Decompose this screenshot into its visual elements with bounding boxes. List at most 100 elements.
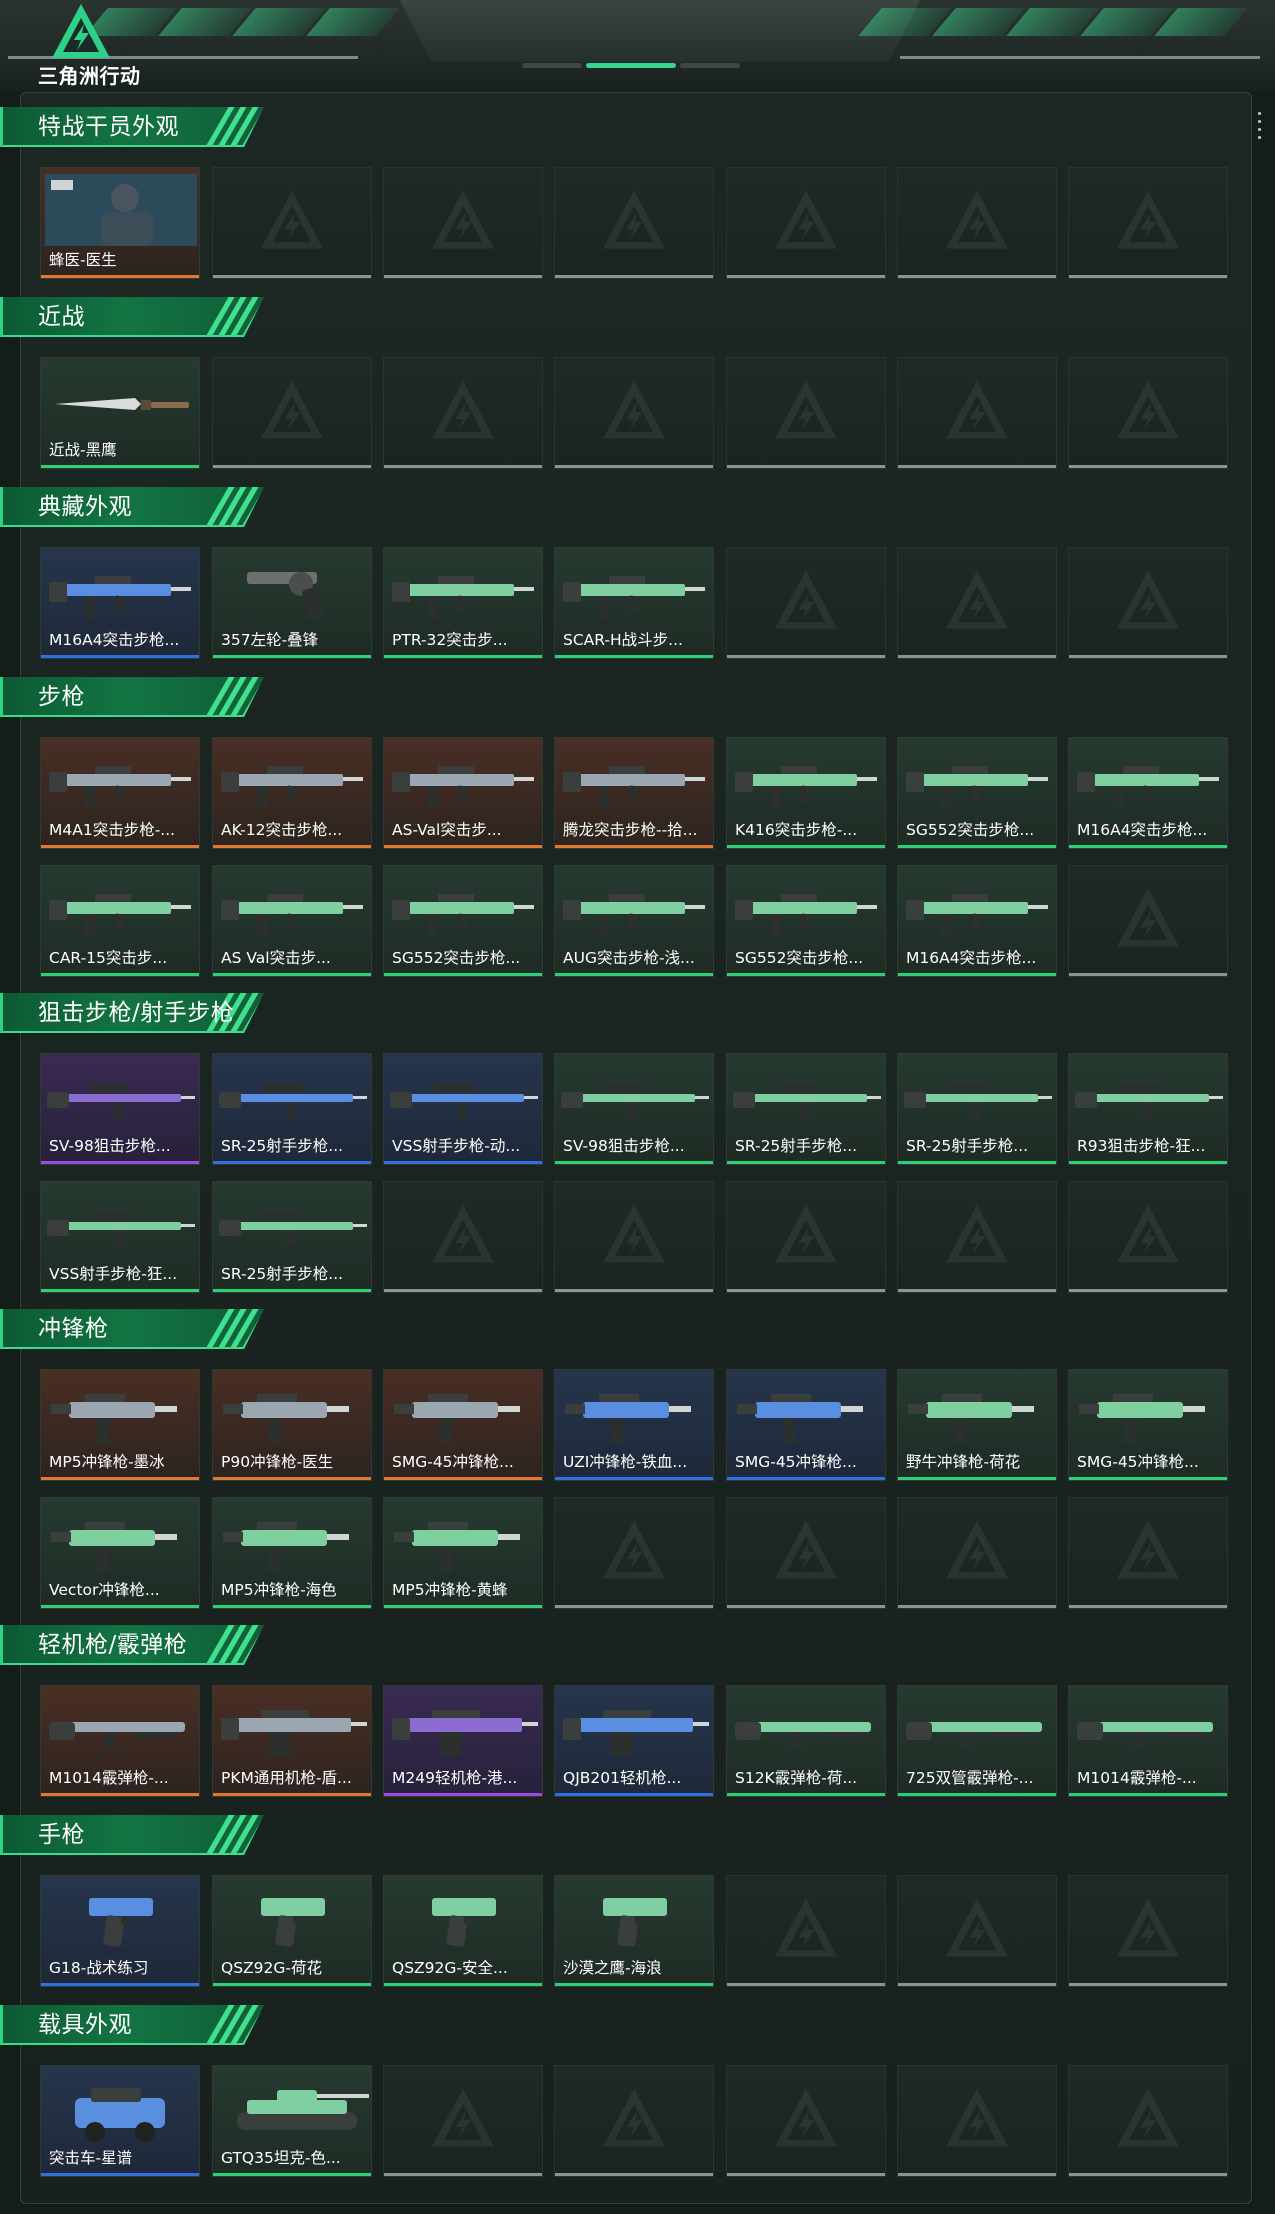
skin-card[interactable]: M1014霰弹枪-... <box>1068 1685 1228 1797</box>
quality-bar <box>1069 1477 1227 1480</box>
skin-card[interactable]: P90冲锋枪-医生 <box>212 1369 372 1481</box>
quality-bar <box>555 973 713 976</box>
rifle-icon <box>217 744 369 816</box>
item-row: 蜂医-医生 <box>40 167 1232 279</box>
skin-card[interactable]: 沙漠之鹰-海浪 <box>554 1875 714 1987</box>
quality-bar <box>898 973 1056 976</box>
skin-name: SG552突击步枪... <box>735 949 864 967</box>
scrollbar-handle[interactable] <box>1258 112 1262 144</box>
sniper-icon <box>388 1060 540 1132</box>
skin-card[interactable]: QSZ92G-安全... <box>383 1875 543 1987</box>
placeholder-logo-icon <box>1113 1897 1183 1963</box>
skin-card[interactable]: 近战-黑鹰 <box>40 357 200 469</box>
placeholder-logo-icon <box>599 189 669 255</box>
sniper-icon <box>217 1188 369 1260</box>
skin-card[interactable]: SR-25射手步枪... <box>897 1053 1057 1165</box>
skin-card[interactable]: K416突击步枪-... <box>726 737 886 849</box>
skin-card[interactable]: R93狙击步枪-狂... <box>1068 1053 1228 1165</box>
skin-card[interactable]: SR-25射手步枪... <box>212 1181 372 1293</box>
skin-card[interactable]: MP5冲锋枪-墨冰 <box>40 1369 200 1481</box>
item-row: M4A1突击步枪-... AK-12突击步枪... AS-Val突击步... 腾龙突击… <box>40 737 1232 849</box>
skin-card[interactable]: S12K霰弹枪-荷... <box>726 1685 886 1797</box>
skin-card[interactable]: 357左轮-叠锋 <box>212 547 372 659</box>
skin-card[interactable]: AS-Val突击步... <box>383 737 543 849</box>
empty-slot <box>554 167 714 279</box>
skin-card[interactable]: SV-98狙击步枪... <box>40 1053 200 1165</box>
empty-slot <box>726 1875 886 1987</box>
skin-name: AS-Val突击步... <box>392 821 502 839</box>
skin-name: UZI冲锋枪-铁血... <box>563 1453 688 1471</box>
placeholder-logo-icon <box>942 1897 1012 1963</box>
logo-text: 三角洲行动 <box>38 64 141 88</box>
skin-card[interactable]: 腾龙突击步枪--拾... <box>554 737 714 849</box>
skin-name: SMG-45冲锋枪... <box>735 1453 857 1471</box>
skin-card[interactable]: SR-25射手步枪... <box>212 1053 372 1165</box>
skin-card[interactable]: SCAR-H战斗步... <box>554 547 714 659</box>
skin-card[interactable]: 725双管霰弹枪-... <box>897 1685 1057 1797</box>
skin-card[interactable]: SMG-45冲锋枪... <box>726 1369 886 1481</box>
quality-bar <box>1069 1161 1227 1164</box>
skin-card[interactable]: G18-战术练习 <box>40 1875 200 1987</box>
quality-bar <box>213 1793 371 1796</box>
skin-card[interactable]: SG552突击步枪... <box>726 865 886 977</box>
skin-card[interactable]: GTQ35坦克-色... <box>212 2065 372 2177</box>
sniper-icon <box>217 1060 369 1132</box>
skin-card[interactable]: PKM通用机枪-盾... <box>212 1685 372 1797</box>
placeholder-logo-icon <box>257 189 327 255</box>
skin-card[interactable]: CAR-15突击步... <box>40 865 200 977</box>
tank-icon <box>217 2072 369 2144</box>
skin-card[interactable]: M16A4突击步枪... <box>1068 737 1228 849</box>
skin-card[interactable]: PTR-32突击步... <box>383 547 543 659</box>
skin-card[interactable]: M1014霰弹枪-... <box>40 1685 200 1797</box>
skin-card[interactable]: SMG-45冲锋枪... <box>1068 1369 1228 1481</box>
skin-card[interactable]: AUG突击步枪-浅... <box>554 865 714 977</box>
skin-card[interactable]: M4A1突击步枪-... <box>40 737 200 849</box>
skin-card[interactable]: 蜂医-医生 <box>40 167 200 279</box>
skin-card[interactable]: SMG-45冲锋枪... <box>383 1369 543 1481</box>
quality-bar <box>213 1161 371 1164</box>
skin-name: 野牛冲锋枪-荷花 <box>906 1453 1021 1471</box>
skin-card[interactable]: AK-12突击步枪... <box>212 737 372 849</box>
skin-card[interactable]: SV-98狙击步枪... <box>554 1053 714 1165</box>
placeholder-logo-icon <box>771 189 841 255</box>
skin-card[interactable]: MP5冲锋枪-海色 <box>212 1497 372 1609</box>
placeholder-logo-icon <box>599 1203 669 1269</box>
quality-bar <box>384 845 542 848</box>
empty-slot <box>726 547 886 659</box>
empty-slot <box>726 2065 886 2177</box>
skin-name: SR-25射手步枪... <box>221 1137 344 1155</box>
skin-card[interactable]: QSZ92G-荷花 <box>212 1875 372 1987</box>
skin-card[interactable]: SG552突击步枪... <box>897 737 1057 849</box>
skin-card[interactable]: UZI冲锋枪-铁血... <box>554 1369 714 1481</box>
skin-card[interactable]: SR-25射手步枪... <box>726 1053 886 1165</box>
skin-card[interactable]: SG552突击步枪... <box>383 865 543 977</box>
skin-name: 近战-黑鹰 <box>49 441 117 459</box>
empty-slot <box>897 1875 1057 1987</box>
title-underline <box>3 1663 253 1665</box>
skin-card[interactable]: AS Val突击步... <box>212 865 372 977</box>
quality-bar <box>555 1477 713 1480</box>
title-underline <box>3 145 253 147</box>
placeholder-logo-icon <box>942 569 1012 635</box>
skin-card[interactable]: 野牛冲锋枪-荷花 <box>897 1369 1057 1481</box>
shotgun-icon <box>1073 1692 1225 1764</box>
skin-card[interactable]: M16A4突击步枪... <box>40 547 200 659</box>
skin-card[interactable]: M249轻机枪-港... <box>383 1685 543 1797</box>
sniper-icon <box>902 1060 1054 1132</box>
empty-slot <box>897 167 1057 279</box>
empty-slot <box>897 547 1057 659</box>
skin-card[interactable]: VSS射手步枪-狂... <box>40 1181 200 1293</box>
smg-icon <box>388 1504 540 1576</box>
skin-card[interactable]: VSS射手步枪-动... <box>383 1053 543 1165</box>
skin-card[interactable]: M16A4突击步枪... <box>897 865 1057 977</box>
quality-bar <box>555 1983 713 1986</box>
skin-card[interactable]: 突击车-星谱 <box>40 2065 200 2177</box>
skin-card[interactable]: Vector冲锋枪... <box>40 1497 200 1609</box>
skin-name: SV-98狙击步枪... <box>563 1137 685 1155</box>
quality-bar <box>41 655 199 658</box>
skin-card[interactable]: QJB201轻机枪... <box>554 1685 714 1797</box>
rifle-icon <box>559 744 711 816</box>
header-indicator <box>522 63 582 68</box>
quality-bar <box>41 1793 199 1796</box>
skin-card[interactable]: MP5冲锋枪-黄蜂 <box>383 1497 543 1609</box>
